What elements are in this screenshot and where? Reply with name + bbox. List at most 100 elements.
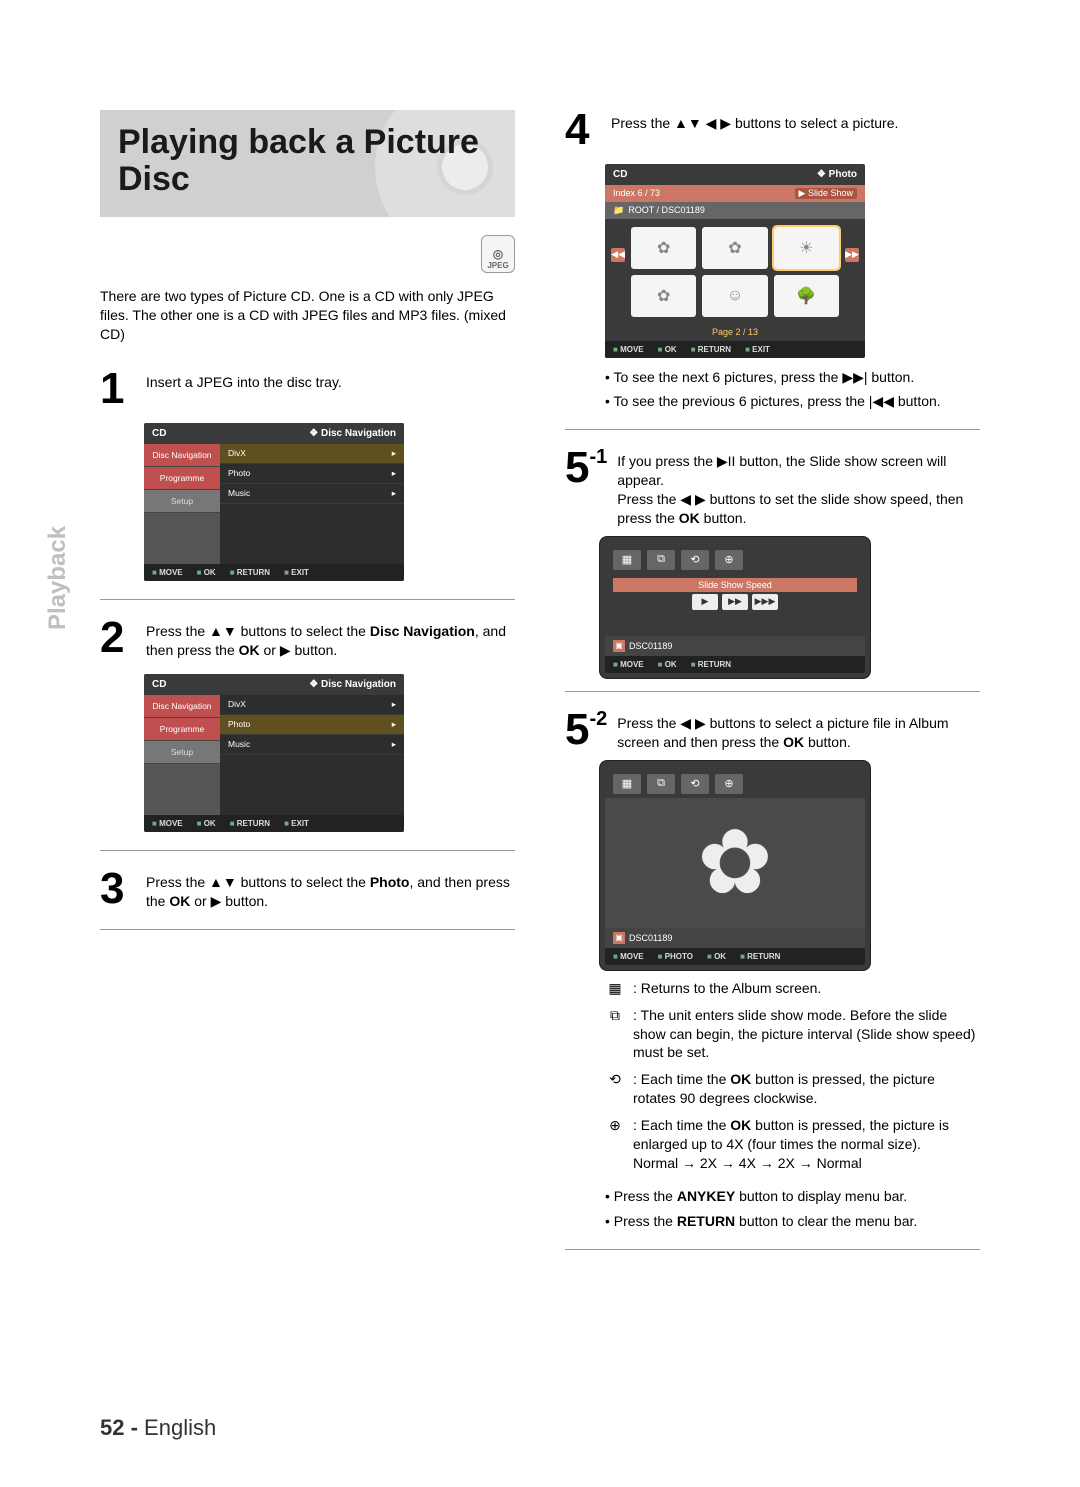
thumbnail[interactable]: 🌳 <box>774 275 839 317</box>
osd-header-right: Disc Navigation <box>309 679 396 690</box>
thumbnail[interactable]: ✿ <box>631 275 696 317</box>
speed-slow-icon[interactable]: ▶ <box>692 594 718 610</box>
divider <box>565 429 980 430</box>
tool-zoom-icon[interactable]: ⊕ <box>715 550 743 570</box>
thumbnail[interactable]: ☀ <box>774 227 839 269</box>
speed-fast-icon[interactable]: ▶▶▶ <box>752 594 778 610</box>
legend-item: ⧉ The unit enters slide show mode. Befor… <box>605 1006 980 1063</box>
divider <box>100 929 515 930</box>
page-title: Playing back a Picture Disc <box>118 124 497 199</box>
step-number: 1 <box>100 369 136 409</box>
note-item: Press the RETURN button to clear the men… <box>605 1212 980 1231</box>
osd-sub-divx: DivX▸ <box>220 695 404 715</box>
osd-sub-photo: Photo▸ <box>220 715 404 735</box>
speed-med-icon[interactable]: ▶▶ <box>722 594 748 610</box>
divider <box>100 599 515 600</box>
divider <box>565 1249 980 1250</box>
step-2: 2 Press the ▲▼ buttons to select the Dis… <box>100 618 515 660</box>
legend-text: Each time the OK button is pressed, the … <box>633 1070 980 1108</box>
slide-speed-buttons: ▶ ▶▶ ▶▶▶ <box>605 594 865 618</box>
step-text: Press the ◀ ▶ buttons to select a pictur… <box>617 710 980 752</box>
thumbnail[interactable]: ✿ <box>702 227 767 269</box>
thumbnail[interactable]: ☺ <box>702 275 767 317</box>
slideshow-icon: ⧉ <box>605 1006 625 1063</box>
osd-side-programme: Programme <box>144 718 220 741</box>
section-tab: Playback <box>44 526 72 630</box>
tool-rotate-icon[interactable]: ⟲ <box>681 774 709 794</box>
legend-text: Returns to the Album screen. <box>633 979 980 998</box>
file-icon: ▣ <box>613 932 625 944</box>
osd-side-programme: Programme <box>144 467 220 490</box>
legend-item: ▦ Returns to the Album screen. <box>605 979 980 998</box>
note-item: To see the previous 6 pictures, press th… <box>605 392 980 411</box>
legend-text: The unit enters slide show mode. Before … <box>633 1006 980 1063</box>
step-number: 2 <box>100 618 136 660</box>
osd-help-bar: MOVEOKRETURNEXIT <box>605 341 865 358</box>
step-text: Press the ▲▼ ◀ ▶ buttons to select a pic… <box>611 110 980 150</box>
page-footer: 52 - English <box>100 1415 216 1441</box>
osd-sub-music: Music▸ <box>220 735 404 755</box>
osd-help-bar: MOVEOKRETURNEXIT <box>144 564 404 581</box>
osd-sub-divx: DivX▸ <box>220 444 404 464</box>
tool-album-icon[interactable]: ▦ <box>613 550 641 570</box>
note-item: To see the next 6 pictures, press the ▶▶… <box>605 368 980 387</box>
tool-slideshow-icon[interactable]: ⧉ <box>647 550 675 570</box>
osd-help-bar: MOVEOKRETURNEXIT <box>144 815 404 832</box>
tool-rotate-icon[interactable]: ⟲ <box>681 550 709 570</box>
step-text: Press the ▲▼ buttons to select the Disc … <box>146 618 515 660</box>
final-notes: Press the ANYKEY button to display menu … <box>605 1187 980 1231</box>
right-column: 4 Press the ▲▼ ◀ ▶ buttons to select a p… <box>565 110 980 1268</box>
osd-path: 📁 ROOT / DSC01189 <box>605 202 865 219</box>
rotate-icon: ⟲ <box>605 1070 625 1108</box>
osd-filename: ▣DSC01189 <box>605 928 865 948</box>
osd-slideshow-speed: ▦ ⧉ ⟲ ⊕ Slide Show Speed ▶ ▶▶ ▶▶▶ ▣DSC01… <box>605 542 865 673</box>
osd-side-setup: Setup <box>144 741 220 764</box>
icon-legend: ▦ Returns to the Album screen. ⧉ The uni… <box>605 979 980 1173</box>
osd-header-left: CD <box>613 169 627 180</box>
osd-sub-music: Music▸ <box>220 484 404 504</box>
prev-page-icon[interactable]: ◀◀ <box>611 248 625 262</box>
osd-header-right: Disc Navigation <box>309 428 396 439</box>
step-5-2: 5-2 Press the ◀ ▶ buttons to select a pi… <box>565 710 980 752</box>
osd-photo-grid: CD ❖ Photo Index 6 / 73 ▶ Slide Show 📁 R… <box>605 164 865 358</box>
osd-side-setup: Setup <box>144 490 220 513</box>
page-title-block: Playing back a Picture Disc <box>100 110 515 217</box>
osd-slideshow-button[interactable]: ▶ Slide Show <box>795 188 857 199</box>
step-number: 4 <box>565 110 601 150</box>
tool-album-icon[interactable]: ▦ <box>613 774 641 794</box>
step-3: 3 Press the ▲▼ buttons to select the Pho… <box>100 869 515 911</box>
file-icon: ▣ <box>613 640 625 652</box>
divider <box>100 850 515 851</box>
tool-slideshow-icon[interactable]: ⧉ <box>647 774 675 794</box>
osd-page-label: Page 2 / 13 <box>605 325 865 341</box>
step-4: 4 Press the ▲▼ ◀ ▶ buttons to select a p… <box>565 110 980 150</box>
osd-help-bar: MOVEOKRETURN <box>605 656 865 673</box>
left-column: Playing back a Picture Disc ◎ JPEG There… <box>100 110 515 1268</box>
osd-filename: ▣DSC01189 <box>605 636 865 656</box>
thumbnail[interactable]: ✿ <box>631 227 696 269</box>
step-text: If you press the ▶II button, the Slide s… <box>617 448 980 528</box>
slide-speed-label: Slide Show Speed <box>613 578 857 592</box>
osd-side-disc-navigation: Disc Navigation <box>144 695 220 718</box>
osd-header-left: CD <box>152 679 166 690</box>
osd-picture-view: ▦ ⧉ ⟲ ⊕ ▣DSC01189 MOVEPHOTOOKRETURN <box>605 766 865 965</box>
step-text: Press the ▲▼ buttons to select the Photo… <box>146 869 515 911</box>
step-1: 1 Insert a JPEG into the disc tray. <box>100 369 515 409</box>
jpeg-badge-icon: ◎ JPEG <box>481 235 515 273</box>
divider <box>565 691 980 692</box>
legend-text: Each time the OK button is pressed, the … <box>633 1116 980 1173</box>
osd-index-label: Index 6 / 73 <box>613 188 660 199</box>
picture-preview <box>605 798 865 928</box>
osd-disc-navigation-2: CD Disc Navigation Disc Navigation Progr… <box>144 674 404 832</box>
next-page-icon[interactable]: ▶▶ <box>845 248 859 262</box>
step-number: 3 <box>100 869 136 911</box>
legend-item: ⊕ Each time the OK button is pressed, th… <box>605 1116 980 1173</box>
tool-zoom-icon[interactable]: ⊕ <box>715 774 743 794</box>
note-item: Press the ANYKEY button to display menu … <box>605 1187 980 1206</box>
zoom-icon: ⊕ <box>605 1116 625 1173</box>
step-4-notes: To see the next 6 pictures, press the ▶▶… <box>605 368 980 412</box>
step-text: Insert a JPEG into the disc tray. <box>146 369 515 409</box>
osd-header-left: CD <box>152 428 166 439</box>
legend-item: ⟲ Each time the OK button is pressed, th… <box>605 1070 980 1108</box>
step-5-1: 5-1 If you press the ▶II button, the Sli… <box>565 448 980 528</box>
